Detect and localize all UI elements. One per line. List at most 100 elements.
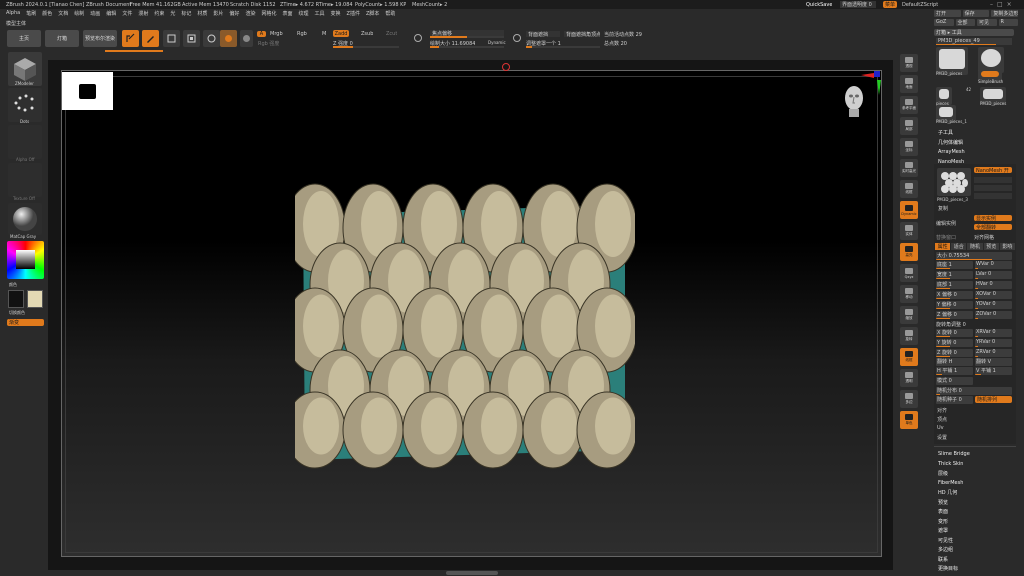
lower-menu-item-10[interactable]: 多边组 [938, 546, 953, 553]
zsub-button[interactable]: Zsub [361, 31, 373, 37]
view-button-3[interactable]: 局部 [900, 117, 918, 135]
move-button[interactable] [163, 30, 180, 47]
gradient-button[interactable]: 渐变 [7, 319, 44, 326]
menu-item-1[interactable]: 笔刷 [26, 10, 36, 18]
backface-vertex-button[interactable]: 背面遮挡角顶点 [564, 31, 600, 37]
view-button-17[interactable]: 单色 [900, 411, 918, 429]
random-arrange-button[interactable]: 随机排列 [975, 396, 1012, 403]
offset-slider-0-1[interactable]: WVar 0 [975, 261, 1012, 269]
sphere-tool-button[interactable] [240, 30, 253, 47]
scale-button[interactable] [183, 30, 200, 47]
view-button-11[interactable]: 移动 [900, 285, 918, 303]
lower-menu-item-0[interactable]: Slime Bridge [938, 451, 970, 457]
lower-menu-item-2[interactable]: 层级 [938, 470, 948, 477]
primary-color-swatch[interactable] [8, 290, 24, 308]
menu-item-23[interactable]: 帮助 [385, 10, 395, 18]
menu-item-17[interactable]: 表面 [282, 10, 292, 18]
offset-slider-0-0[interactable]: 底座 1 [936, 261, 973, 269]
view-button-15[interactable]: 透明 [900, 369, 918, 387]
nanomesh-copy-button[interactable]: 复制 [938, 205, 948, 212]
v-tile-slider[interactable]: V 平铺 1 [975, 367, 1012, 375]
offset-slider-1-1[interactable]: LVar 0 [975, 271, 1012, 279]
edit-button[interactable] [122, 30, 139, 47]
rgb-button[interactable]: Rgb [297, 31, 307, 37]
default-zscript[interactable]: DefaultZScript [902, 2, 938, 8]
rotation-slider-0-1[interactable]: XRVar 0 [975, 329, 1012, 337]
lower-menu-item-3[interactable]: FiberMesh [938, 480, 963, 486]
draw-button[interactable] [142, 30, 159, 47]
rotation-slider-0-0[interactable]: X 旋转 0 [936, 329, 973, 337]
subtab-2[interactable]: 随机 [967, 243, 983, 250]
right-header-button-1[interactable]: 保存 [962, 10, 990, 17]
right-header-button-0[interactable]: 打开 [934, 10, 961, 17]
offset-slider-3-1[interactable]: XOVar 0 [975, 291, 1012, 299]
zcut-button[interactable]: Zcut [386, 31, 397, 37]
rgb-intensity-slider[interactable]: Rgb 强度 [258, 40, 279, 47]
lower-menu-item-9[interactable]: 可见性 [938, 537, 953, 544]
extra-section-2[interactable]: Uv [937, 425, 944, 431]
lower-menu-item-12[interactable]: 更换目标 [938, 565, 958, 572]
mrgb-button[interactable]: Mrgb [270, 31, 283, 37]
rotate-button[interactable] [203, 30, 220, 47]
canvas-bottom-handle[interactable] [446, 571, 498, 575]
secondary-color-swatch[interactable] [27, 290, 43, 308]
view-button-9[interactable]: 高亮 [900, 243, 918, 261]
view-button-0[interactable]: 透视 [900, 54, 918, 72]
prop-window-button[interactable]: 替换窗口 [936, 234, 956, 241]
tool-thumb-4[interactable]: PM3D_pieces [980, 87, 1006, 106]
switch-color-button[interactable]: 切换颜色 [9, 310, 25, 316]
menu-item-6[interactable]: 编辑 [106, 10, 116, 18]
nanomesh-scales-model[interactable] [295, 180, 635, 480]
menu-item-16[interactable]: 网格化 [261, 10, 276, 18]
lower-menu-item-6[interactable]: 表面 [938, 508, 948, 515]
preview-render-button[interactable]: 预览布尔渲染 [83, 30, 117, 47]
menu-item-20[interactable]: 变换 [331, 10, 341, 18]
backface-mask-button[interactable]: 背面遮挡 [526, 31, 560, 37]
view-button-1[interactable]: 地面 [900, 75, 918, 93]
view-button-2[interactable]: 参考平面 [900, 96, 918, 114]
nanomesh-toggle[interactable]: NanoMesh 开 [974, 167, 1012, 173]
window-controls[interactable]: –□× [990, 1, 1020, 8]
lower-menu-item-11[interactable]: 联系 [938, 556, 948, 563]
edit-instance-button[interactable]: 编辑实例 [936, 220, 956, 227]
dynamic-toggle[interactable]: Dynamic [488, 40, 506, 45]
quicksave-button[interactable]: QuickSave [806, 2, 832, 8]
stroke-thumbnail[interactable] [8, 88, 42, 122]
lightbox-tools-button[interactable]: 灯箱 ▸ 工具 [934, 29, 1014, 36]
gizmo-button[interactable] [220, 30, 237, 47]
random-seed-slider[interactable]: 随机种子 0 [936, 396, 973, 404]
orientation-head-icon[interactable] [840, 82, 868, 120]
transparency-slider[interactable]: 界面透明度 0 [840, 1, 876, 8]
view-button-7[interactable]: Dynamic [900, 201, 918, 219]
rotation-slider-2-0[interactable]: Z 旋转 0 [936, 349, 973, 357]
rotation-slider-1-1[interactable]: YRVar 0 [975, 339, 1012, 347]
view-button-16[interactable]: 多边 [900, 390, 918, 408]
tool-thumb-3[interactable]: pieces [936, 87, 952, 106]
home-button[interactable]: 主页 [7, 30, 41, 47]
color-picker[interactable] [7, 241, 44, 279]
nanomesh-thumbnail[interactable] [937, 168, 971, 196]
menu-item-11[interactable]: 标记 [181, 10, 191, 18]
tool-thumb-0[interactable]: PM3D_pieces [936, 47, 968, 76]
show-instances-button[interactable]: 显示实例 [974, 215, 1012, 221]
menu-item-19[interactable]: 工具 [315, 10, 325, 18]
align-mesh-button[interactable]: 对齐网格 [974, 234, 994, 241]
random-dist-slider[interactable]: 随机分布 0 [936, 387, 1012, 395]
lightbox-button[interactable]: 灯箱 [45, 30, 79, 47]
right-row2-button-2[interactable]: 可见 [977, 19, 997, 26]
adjust-mask-bar[interactable] [526, 46, 600, 48]
rotation-slider-1-0[interactable]: Y 旋转 0 [936, 339, 973, 347]
offset-slider-3-0[interactable]: X 偏移 0 [936, 291, 973, 299]
menu-item-13[interactable]: 影片 [213, 10, 223, 18]
view-button-6[interactable]: 线框 [900, 180, 918, 198]
right-header-button-2[interactable]: 复制多边形网格体 [991, 10, 1019, 17]
extra-section-1[interactable]: 顶点 [937, 416, 947, 423]
offset-slider-5-1[interactable]: ZOVar 0 [975, 311, 1012, 319]
rotation-slider-2-1[interactable]: ZRVar 0 [975, 349, 1012, 357]
view-button-8[interactable]: 实体 [900, 222, 918, 240]
menu-item-14[interactable]: 偏好 [229, 10, 239, 18]
subtab-3[interactable]: 预览 [983, 243, 999, 250]
offset-slider-5-0[interactable]: Z 偏移 0 [936, 311, 973, 319]
size-slider[interactable]: 大小 0.75534 [936, 252, 1012, 260]
menu-item-15[interactable]: 渲染 [245, 10, 255, 18]
